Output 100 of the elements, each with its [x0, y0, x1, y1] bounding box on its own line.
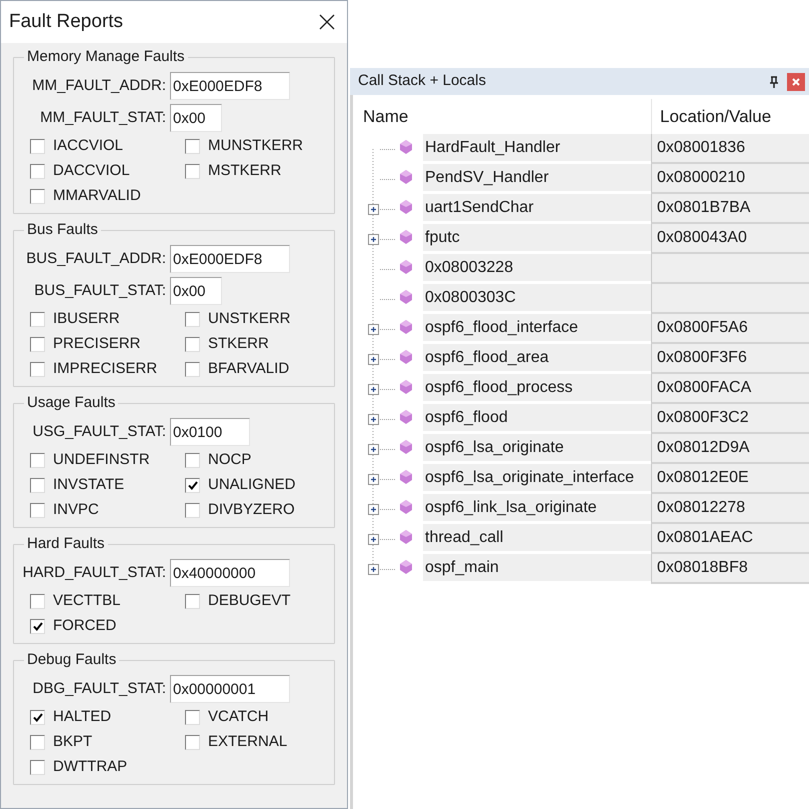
- value-field[interactable]: 0x00: [170, 104, 222, 132]
- checkbox[interactable]: [30, 453, 45, 468]
- checkbox-label: MSTKERR: [208, 161, 282, 182]
- diamond-icon: [399, 529, 413, 545]
- checkbox-label: STKERR: [208, 334, 269, 354]
- checkbox[interactable]: [30, 312, 45, 327]
- checkbox-label: IACCVIOL: [53, 136, 124, 156]
- diamond-icon: [399, 199, 413, 215]
- field-label: BUS_FAULT_ADDR:: [25, 248, 167, 269]
- checkbox[interactable]: [185, 478, 200, 493]
- frame-name[interactable]: uart1SendChar: [423, 194, 651, 224]
- value-field[interactable]: 0xE000EDF8: [170, 72, 290, 100]
- checkbox-label: UNSTKERR: [208, 309, 291, 330]
- location-value: 0x0801AEAC: [651, 524, 809, 554]
- location-value: 0x08018BF8: [651, 554, 809, 584]
- checkbox[interactable]: [185, 710, 200, 725]
- checkbox-label: PRECISERR: [53, 334, 141, 354]
- checkbox-label: INVPC: [53, 500, 99, 520]
- checkbox-label: DACCVIOL: [53, 161, 130, 182]
- checkbox[interactable]: [30, 337, 45, 352]
- frame-name[interactable]: ospf6_link_lsa_originate: [423, 494, 651, 524]
- frame-name[interactable]: ospf6_flood: [423, 404, 651, 434]
- location-value: 0x08012D9A: [651, 434, 809, 464]
- close-icon[interactable]: [319, 14, 335, 30]
- frame-name[interactable]: 0x0800303C: [423, 284, 651, 314]
- pin-icon[interactable]: [769, 76, 779, 88]
- expand-icon[interactable]: [368, 564, 379, 575]
- checkbox[interactable]: [185, 139, 200, 154]
- expand-icon[interactable]: [368, 414, 379, 425]
- checkbox-label: FORCED: [53, 616, 116, 636]
- checkbox[interactable]: [30, 594, 45, 609]
- diamond-icon: [399, 139, 413, 155]
- field-label: DBG_FAULT_STAT:: [32, 678, 167, 699]
- frame-name[interactable]: HardFault_Handler: [423, 134, 651, 164]
- frame-name[interactable]: ospf_main: [423, 554, 651, 584]
- diamond-icon: [399, 439, 413, 455]
- frame-name[interactable]: ospf6_flood_interface: [423, 314, 651, 344]
- diamond-icon: [399, 319, 413, 335]
- frame-name[interactable]: 0x08003228: [423, 254, 651, 284]
- location-value: 0x0801B7BA: [651, 194, 809, 224]
- expand-icon[interactable]: [368, 474, 379, 485]
- checkbox-label: VCATCH: [208, 707, 269, 728]
- checkbox[interactable]: [185, 594, 200, 609]
- frame-name[interactable]: ospf6_lsa_originate_interface: [423, 464, 651, 494]
- frame-name[interactable]: fputc: [423, 224, 651, 254]
- value-field[interactable]: 0x0100: [170, 418, 250, 446]
- checkbox[interactable]: [30, 189, 45, 204]
- field-label: USG_FAULT_STAT:: [32, 422, 167, 442]
- expand-icon[interactable]: [368, 504, 379, 515]
- expand-icon[interactable]: [368, 234, 379, 245]
- frame-name[interactable]: ospf6_flood_process: [423, 374, 651, 404]
- checkbox[interactable]: [30, 619, 45, 634]
- checkbox[interactable]: [30, 760, 45, 775]
- expand-icon[interactable]: [368, 354, 379, 365]
- checkbox-label: MUNSTKERR: [208, 136, 304, 156]
- checkbox[interactable]: [30, 503, 45, 518]
- checkbox[interactable]: [185, 164, 200, 179]
- checkbox-label: IBUSERR: [53, 309, 120, 330]
- checkbox[interactable]: [30, 710, 45, 725]
- checkbox[interactable]: [185, 337, 200, 352]
- checkbox[interactable]: [30, 478, 45, 493]
- checkbox[interactable]: [185, 312, 200, 327]
- checkbox[interactable]: [185, 735, 200, 750]
- checkbox[interactable]: [185, 362, 200, 377]
- frame-name[interactable]: PendSV_Handler: [423, 164, 651, 194]
- location-value: 0x08001836: [651, 134, 809, 164]
- diamond-icon: [399, 169, 413, 185]
- checkbox[interactable]: [30, 164, 45, 179]
- frame-name[interactable]: ospf6_lsa_originate: [423, 434, 651, 464]
- frame-name[interactable]: ospf6_flood_area: [423, 344, 651, 374]
- expand-icon[interactable]: [368, 444, 379, 455]
- expand-icon[interactable]: [368, 204, 379, 215]
- checkbox[interactable]: [185, 453, 200, 468]
- field-label: MM_FAULT_ADDR:: [31, 76, 167, 96]
- location-value: 0x08012278: [651, 494, 809, 524]
- diamond-icon: [399, 259, 413, 275]
- checkbox-label: VECTTBL: [53, 591, 121, 612]
- checkbox-label: IMPRECISERR: [53, 359, 158, 380]
- diamond-icon: [399, 289, 413, 305]
- checkbox-label: DWTTRAP: [53, 757, 128, 778]
- checkbox-label: EXTERNAL: [208, 732, 288, 752]
- checkbox[interactable]: [30, 735, 45, 750]
- value-field[interactable]: 0x40000000: [170, 559, 290, 587]
- diamond-icon: [399, 229, 413, 245]
- column-header[interactable]: Name: [353, 99, 651, 134]
- expand-icon[interactable]: [368, 534, 379, 545]
- location-value: 0x0800F3C2: [651, 404, 809, 434]
- location-value: 0x080043A0: [651, 224, 809, 254]
- value-field[interactable]: 0x00: [170, 277, 222, 305]
- expand-icon[interactable]: [368, 384, 379, 395]
- checkbox[interactable]: [30, 362, 45, 377]
- value-field[interactable]: 0x00000001: [170, 675, 290, 703]
- diamond-icon: [399, 559, 413, 575]
- checkbox[interactable]: [185, 503, 200, 518]
- frame-name[interactable]: thread_call: [423, 524, 651, 554]
- checkbox[interactable]: [30, 139, 45, 154]
- value-field[interactable]: 0xE000EDF8: [170, 245, 290, 273]
- field-label: MM_FAULT_STAT:: [39, 108, 167, 128]
- checkbox-label: DEBUGEVT: [208, 591, 291, 612]
- expand-icon[interactable]: [368, 324, 379, 335]
